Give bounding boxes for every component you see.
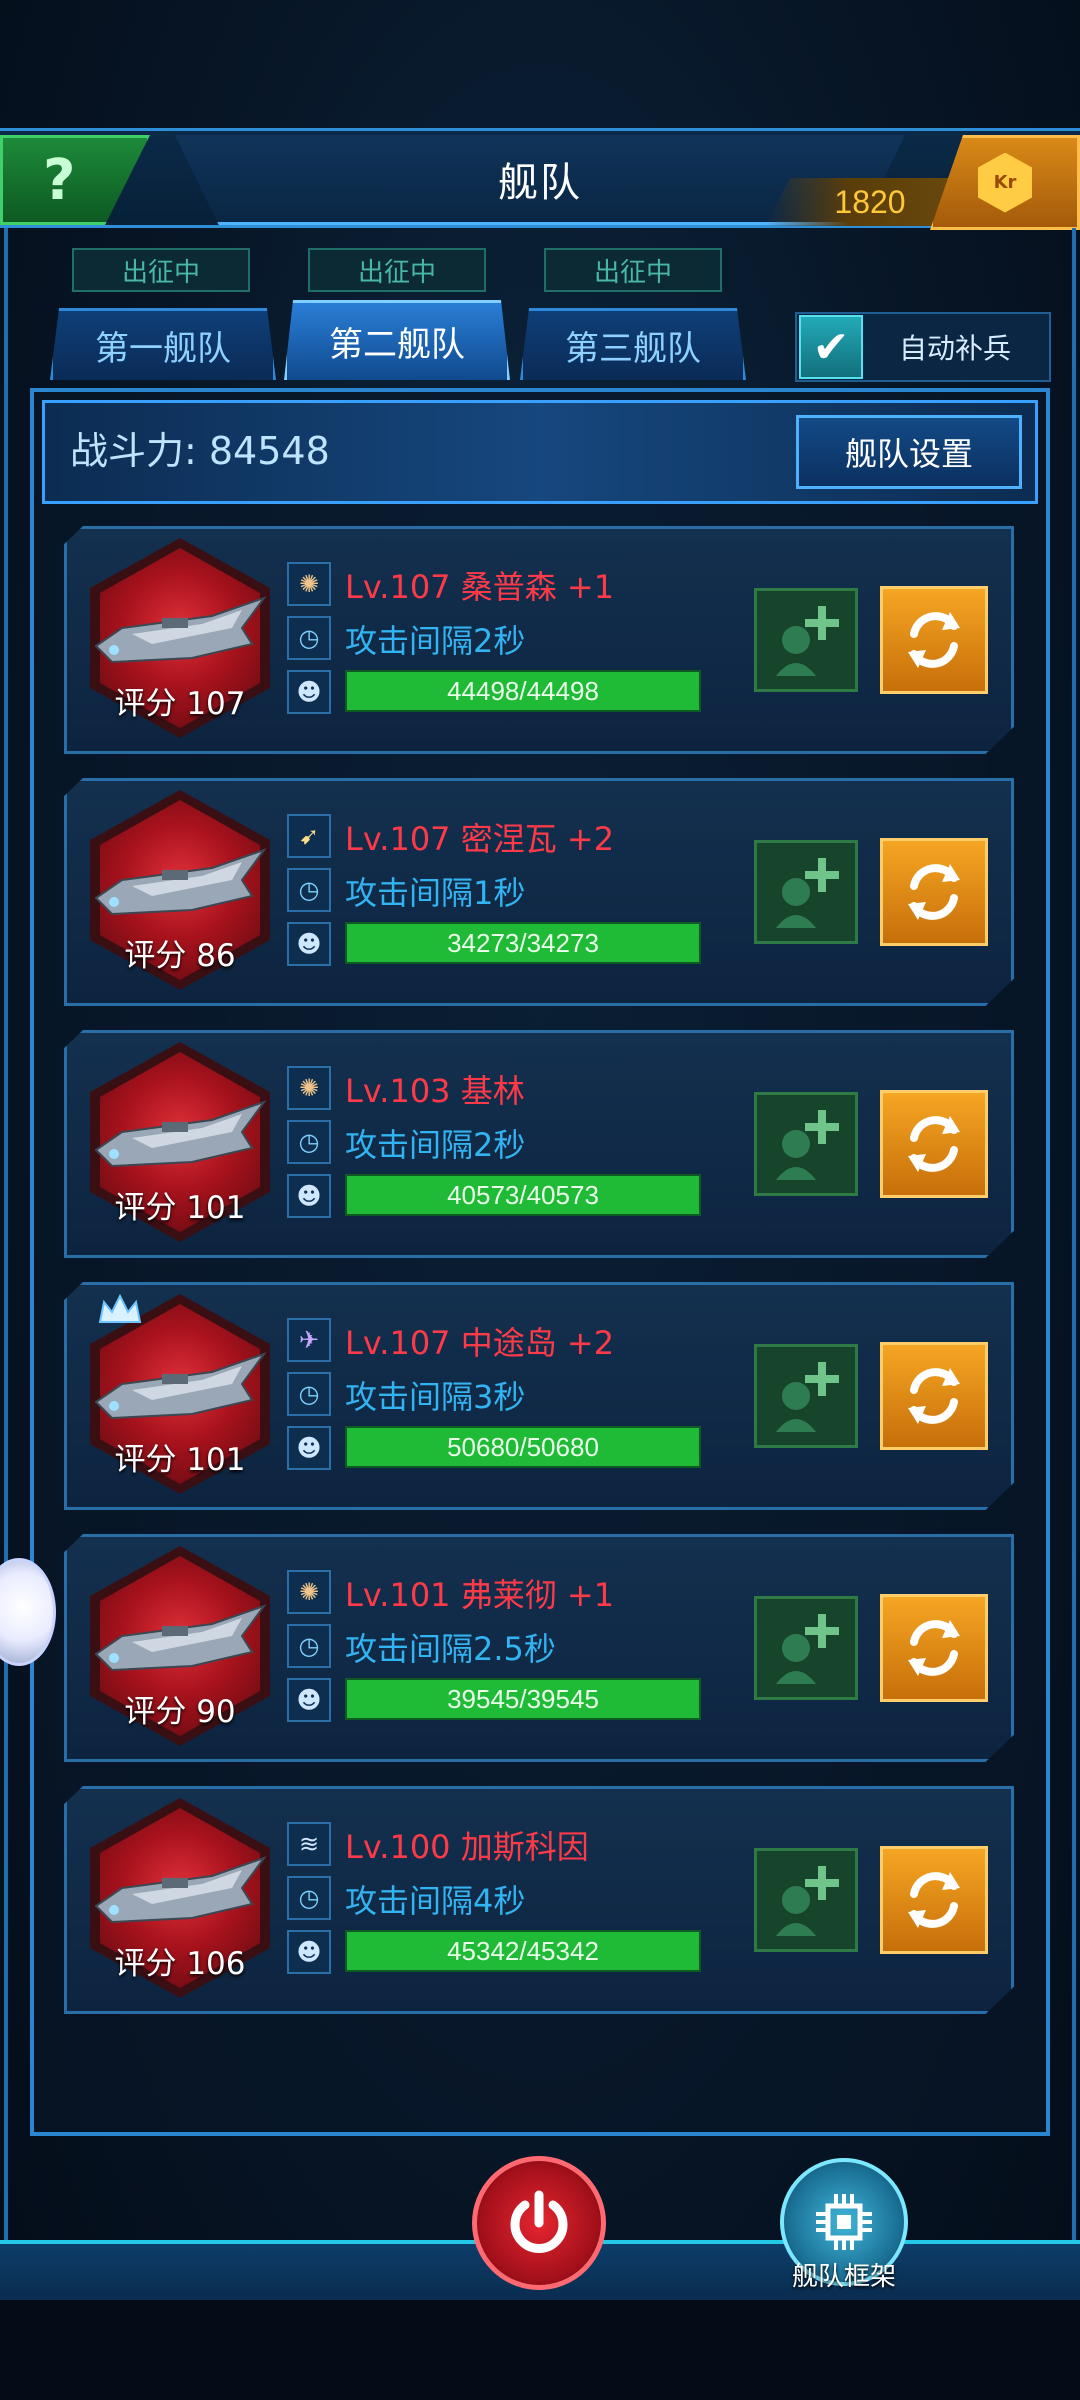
- cannon-icon: ➹: [287, 814, 331, 858]
- auto-replenish-checkbox[interactable]: ✔: [799, 315, 863, 379]
- help-icon: ?: [43, 147, 76, 213]
- wing-icon: ≋: [287, 1822, 331, 1866]
- swap-icon: [908, 1116, 960, 1172]
- ship-level-name: Lv.107 中途岛 +2: [345, 1324, 615, 1362]
- attack-interval: 攻击间隔1秒: [345, 874, 526, 912]
- swap-icon: [908, 612, 960, 668]
- swap-ship-button[interactable]: [880, 838, 988, 946]
- warship-icon: [94, 596, 267, 664]
- ship-level-name: Lv.101 弗莱彻 +1: [345, 1576, 615, 1614]
- warship-icon: [94, 848, 267, 916]
- flagship-crown-icon: [98, 1294, 142, 1323]
- hp-value: 50680/50680: [447, 1432, 599, 1462]
- missile-icon: ✺: [287, 1066, 331, 1110]
- ship-level-name: Lv.100 加斯科因: [345, 1828, 589, 1866]
- page-title: 舰队: [498, 159, 582, 206]
- bottom-strip: [0, 2300, 1080, 2400]
- fleet3-status-tag: 出征中: [544, 248, 722, 292]
- swap-ship-button[interactable]: [880, 1342, 988, 1450]
- crew-icon: ☻: [287, 1426, 331, 1470]
- attack-interval: 攻击间隔4秒: [345, 1882, 526, 1920]
- add-crew-icon: [776, 858, 839, 928]
- add-crew-button[interactable]: [754, 1848, 858, 1952]
- add-crew-button[interactable]: [754, 588, 858, 692]
- swap-ship-button[interactable]: [880, 586, 988, 694]
- swap-icon: [908, 1872, 960, 1928]
- swap-icon: [908, 1620, 960, 1676]
- add-crew-icon: [776, 1362, 839, 1432]
- aircraft-icon: ✈: [287, 1318, 331, 1362]
- swap-icon: [908, 864, 960, 920]
- hp-value: 39545/39545: [447, 1684, 599, 1714]
- clock-icon: ◷: [287, 1372, 331, 1416]
- fleet1-status-tag: 出征中: [72, 248, 250, 292]
- credit-coin-icon: Kr: [978, 152, 1032, 213]
- combat-power-label: 战斗力: 84548: [70, 429, 330, 473]
- warship-icon: [94, 1604, 267, 1672]
- add-crew-button[interactable]: [754, 1092, 858, 1196]
- tab-fleet-2[interactable]: 第二舰队: [284, 300, 510, 380]
- add-crew-button[interactable]: [754, 1344, 858, 1448]
- ship-score: 评分 107: [114, 686, 246, 722]
- missile-icon: ✺: [287, 562, 331, 606]
- crew-icon: ☻: [287, 1174, 331, 1218]
- missile-icon: ✺: [287, 1570, 331, 1614]
- crew-icon: ☻: [287, 1678, 331, 1722]
- clock-icon: ◷: [287, 1624, 331, 1668]
- hp-value: 44498/44498: [447, 676, 599, 706]
- swap-icon: [908, 1368, 960, 1424]
- attack-interval: 攻击间隔2秒: [345, 1126, 526, 1164]
- ship-score: 评分 101: [114, 1442, 246, 1478]
- attack-interval: 攻击间隔2秒: [345, 622, 526, 660]
- ship-level-name: Lv.107 密涅瓦 +2: [345, 820, 615, 858]
- ship-level-name: Lv.107 桑普森 +1: [345, 568, 615, 606]
- chip-icon: [816, 2194, 872, 2250]
- fleet-framework-label: 舰队框架: [791, 2262, 896, 2292]
- add-crew-icon: [776, 1614, 839, 1684]
- tab-fleet-3[interactable]: 第三舰队: [520, 308, 746, 380]
- crew-icon: ☻: [287, 670, 331, 714]
- warship-icon: [94, 1856, 267, 1924]
- add-crew-icon: [776, 1110, 839, 1180]
- add-crew-button[interactable]: [754, 1596, 858, 1700]
- auto-replenish-label: 自动补兵: [899, 332, 1012, 365]
- fleet2-status-tag: 出征中: [308, 248, 486, 292]
- ship-score: 评分 106: [114, 1946, 246, 1982]
- auto-replenish-toggle[interactable]: ✔ 自动补兵: [795, 312, 1051, 382]
- power-icon: [510, 2190, 568, 2253]
- crew-icon: ☻: [287, 922, 331, 966]
- ship-score: 评分 90: [124, 1694, 236, 1730]
- clock-icon: ◷: [287, 1120, 331, 1164]
- tab-fleet-1[interactable]: 第一舰队: [50, 308, 276, 380]
- add-crew-icon: [776, 606, 839, 676]
- ship-score: 评分 86: [124, 938, 236, 974]
- add-crew-button[interactable]: [754, 840, 858, 944]
- hp-value: 34273/34273: [447, 928, 599, 958]
- fleet-settings-button[interactable]: 舰队设置: [796, 415, 1022, 489]
- ship-level-name: Lv.103 基林: [345, 1072, 525, 1110]
- crew-icon: ☻: [287, 1930, 331, 1974]
- add-crew-icon: [776, 1866, 839, 1936]
- ship-score: 评分 101: [114, 1190, 246, 1226]
- warship-icon: [94, 1100, 267, 1168]
- power-button[interactable]: [472, 2156, 606, 2290]
- hp-value: 45342/45342: [447, 1936, 599, 1966]
- clock-icon: ◷: [287, 616, 331, 660]
- attack-interval: 攻击间隔2.5秒: [345, 1630, 556, 1668]
- warship-icon: [94, 1352, 267, 1420]
- swap-ship-button[interactable]: [880, 1846, 988, 1954]
- swap-ship-button[interactable]: [880, 1594, 988, 1702]
- clock-icon: ◷: [287, 868, 331, 912]
- clock-icon: ◷: [287, 1876, 331, 1920]
- hp-value: 40573/40573: [447, 1180, 599, 1210]
- swap-ship-button[interactable]: [880, 1090, 988, 1198]
- attack-interval: 攻击间隔3秒: [345, 1378, 526, 1416]
